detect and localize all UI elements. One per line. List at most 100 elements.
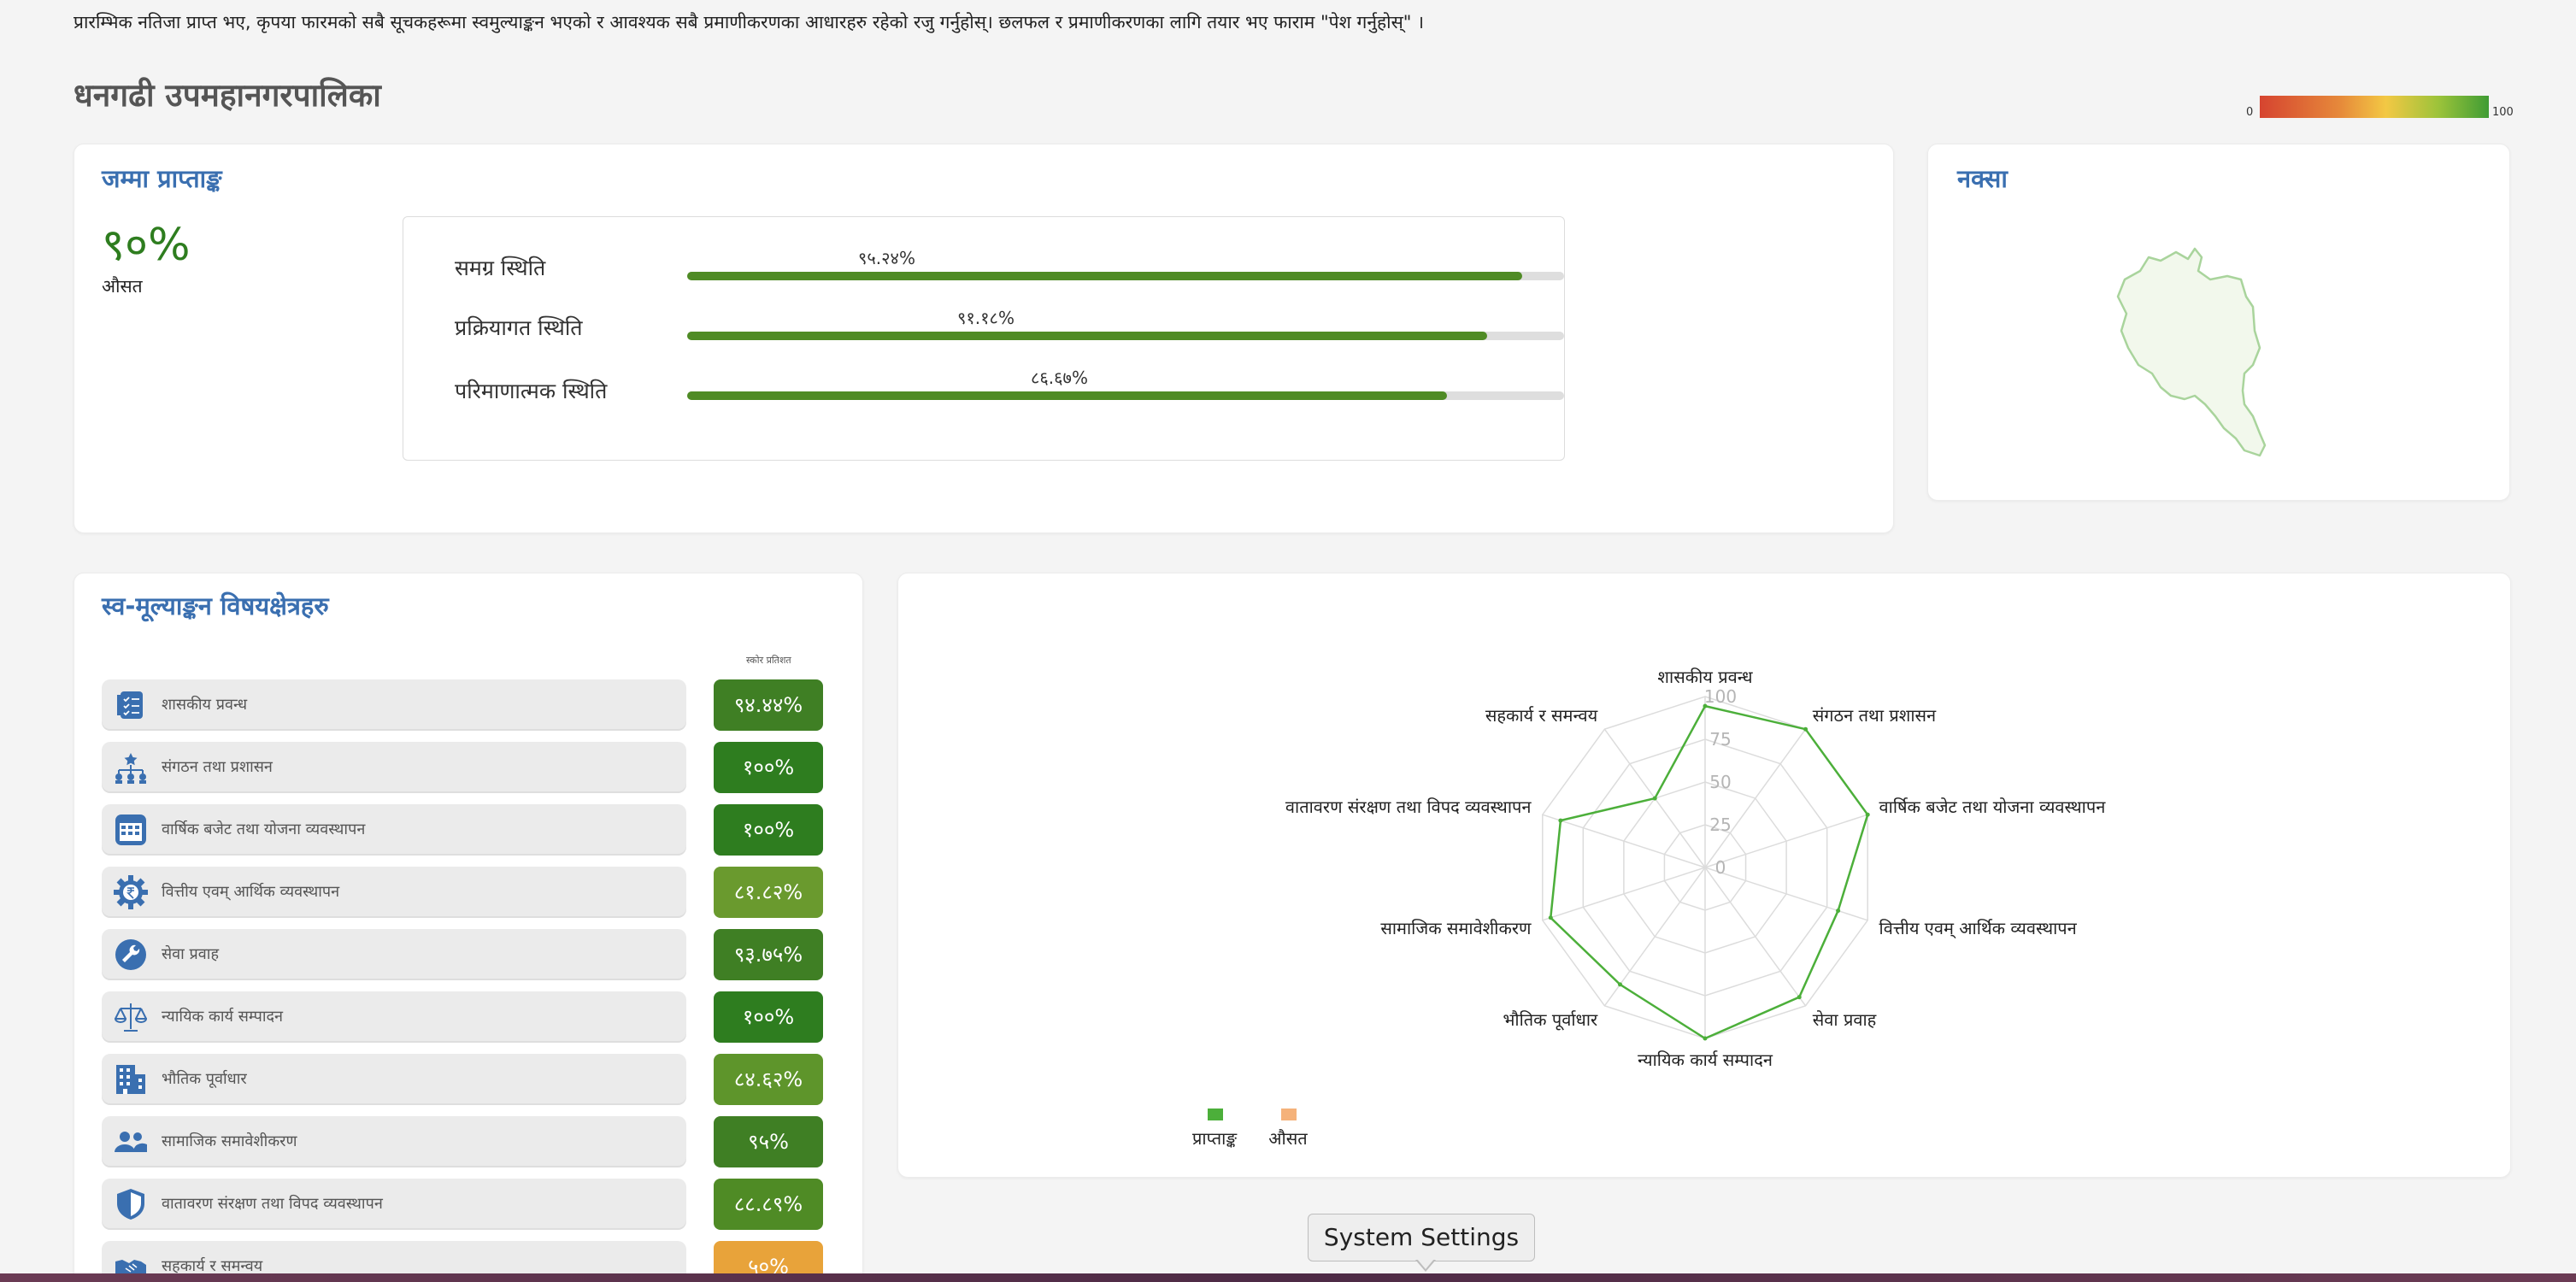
area-score-badge: १००%	[714, 804, 823, 856]
area-label: सेवा प्रवाह	[162, 945, 220, 963]
area-pill[interactable]: वार्षिक बजेट तथा योजना व्यवस्थापन	[102, 804, 686, 856]
municipality-map[interactable]	[2116, 245, 2321, 459]
total-score-value: ९०%	[102, 220, 191, 271]
status-bar-label: समग्र स्थिति	[455, 256, 546, 280]
radar-data-point[interactable]	[1703, 703, 1708, 709]
area-score-badge: १००%	[714, 742, 823, 793]
calendar-icon	[115, 814, 146, 845]
area-pill[interactable]: सामाजिक समावेशीकरण	[102, 1116, 686, 1167]
area-label: वातावरण संरक्षण तथा विपद व्यवस्थापन	[162, 1195, 383, 1213]
radar-data-point[interactable]	[1865, 812, 1870, 817]
area-pill[interactable]: न्यायिक कार्य सम्पादन	[102, 991, 686, 1043]
area-row[interactable]: भौतिक पूर्वाधार ८४.६२%	[102, 1054, 828, 1105]
radar-tick-labels: 0 25 50 75 100	[1704, 686, 1737, 878]
status-bar-track	[687, 272, 1564, 280]
radar-axis-label: वित्तीय एवम् आर्थिक व्यवस्थापन	[1879, 918, 2078, 939]
total-score-card: जम्मा प्राप्ताङ्क ९०% औसत समग्र स्थिति ९…	[74, 144, 1894, 533]
desktop-dock-edge	[0, 1273, 2576, 1282]
radar-axis-label: सेवा प्रवाह	[1813, 1009, 1877, 1030]
area-score-badge: ८८.८९%	[714, 1179, 823, 1230]
radar-chart-card: 0 25 50 75 100 शासकीय प्रवन्ध संगठन तथा प्रशा…	[897, 573, 2511, 1178]
map-card: नक्सा	[1927, 144, 2510, 501]
radar-data-point[interactable]	[1797, 995, 1802, 1000]
radar-tick-label: 100	[1704, 686, 1737, 707]
radar-tick-label: 0	[1715, 857, 1726, 878]
radar-tick-label: 50	[1709, 772, 1731, 792]
area-row[interactable]: वार्षिक बजेट तथा योजना व्यवस्थापन १००%	[102, 804, 828, 856]
radar-data-point[interactable]	[1652, 796, 1657, 801]
area-label: भौतिक पूर्वाधार	[162, 1070, 247, 1088]
radar-legend[interactable]: प्राप्ताङ्क औसत	[1192, 1109, 1308, 1149]
area-label: वार्षिक बजेट तथा योजना व्यवस्थापन	[162, 820, 366, 838]
status-bar-track	[687, 332, 1564, 340]
radar-tick-label: 75	[1709, 729, 1731, 750]
scale-max-label: 100	[2492, 106, 2514, 119]
radar-data-point[interactable]	[1618, 982, 1623, 987]
municipality-boundary[interactable]	[2116, 247, 2267, 457]
area-label: सामाजिक समावेशीकरण	[162, 1132, 297, 1150]
tooltip-arrow-inner	[1417, 1259, 1434, 1269]
area-row[interactable]: वित्तीय एवम् आर्थिक व्यवस्थापन ८१.८२%	[102, 867, 828, 918]
area-label: न्यायिक कार्य सम्पादन	[162, 1008, 284, 1026]
radar-axis-label: संगठन तथा प्रशासन	[1813, 705, 1937, 726]
area-row[interactable]: सामाजिक समावेशीकरण ९५%	[102, 1116, 828, 1167]
rupee-gear-icon	[114, 875, 148, 909]
area-pill[interactable]: संगठन तथा प्रशासन	[102, 742, 686, 793]
radar-tick-label: 25	[1709, 814, 1731, 835]
legend-label[interactable]: औसत	[1268, 1128, 1308, 1149]
status-bar-label: परिमाणात्मक स्थिति	[455, 379, 608, 403]
radar-data-point[interactable]	[1803, 726, 1808, 732]
shield-icon	[117, 1189, 144, 1220]
status-bar-track	[687, 391, 1564, 400]
area-pill[interactable]: भौतिक पूर्वाधार	[102, 1054, 686, 1105]
radar-data-point[interactable]	[1558, 818, 1563, 823]
scales-icon	[114, 1003, 148, 1032]
area-label: संगठन तथा प्रशासन	[162, 758, 273, 776]
color-scale-gradient	[2260, 96, 2489, 118]
radar-data-point[interactable]	[1548, 915, 1553, 920]
legend-swatch[interactable]	[1281, 1109, 1297, 1120]
status-bar-value: ८६.६७%	[1031, 368, 1088, 388]
radar-chart[interactable]: 0 25 50 75 100 शासकीय प्रवन्ध संगठन तथा प्रशा…	[898, 573, 2512, 1179]
radar-spoke	[1704, 728, 1807, 868]
area-pill[interactable]: वातावरण संरक्षण तथा विपद व्यवस्थापन	[102, 1179, 686, 1230]
score-column-header: स्कोर प्रतिशत	[746, 655, 791, 666]
total-score-caption: औसत	[102, 276, 143, 297]
area-pill[interactable]: सेवा प्रवाह	[102, 929, 686, 980]
area-pill[interactable]: शासकीय प्रवन्ध	[102, 679, 686, 731]
org-chart-icon	[115, 753, 146, 784]
building-icon	[116, 1065, 145, 1094]
area-row[interactable]: संगठन तथा प्रशासन १००%	[102, 742, 828, 793]
area-label: वित्तीय एवम् आर्थिक व्यवस्थापन	[162, 883, 340, 901]
area-pill[interactable]: वित्तीय एवम् आर्थिक व्यवस्थापन	[102, 867, 686, 918]
status-notice: प्रारम्भिक नतिजा प्राप्त भए, कृपया फारमक…	[74, 12, 1425, 32]
status-bars-panel: समग्र स्थिति ९५.२४% प्रक्रियागत स्थिति ९…	[403, 216, 1565, 461]
scale-min-label: 0	[2246, 106, 2254, 119]
radar-axis-label: शासकीय प्रवन्ध	[1657, 667, 1753, 687]
area-row[interactable]: शासकीय प्रवन्ध ९४.४४%	[102, 679, 828, 731]
status-bar-fill	[687, 332, 1487, 340]
legend-label[interactable]: प्राप्ताङ्क	[1192, 1128, 1238, 1149]
radar-axis-label: वातावरण संरक्षण तथा विपद व्यवस्थापन	[1285, 797, 1532, 817]
wrench-icon	[115, 939, 146, 970]
status-bar-fill	[687, 391, 1448, 400]
assessment-areas-title: स्व-मूल्याङ्कन विषयक्षेत्रहरु	[102, 591, 329, 620]
radar-data-point[interactable]	[1703, 1036, 1708, 1041]
area-row[interactable]: सेवा प्रवाह ९३.७५%	[102, 929, 828, 980]
area-score-badge: ८४.६२%	[714, 1054, 823, 1105]
legend-swatch[interactable]	[1208, 1109, 1223, 1120]
total-score-title: जम्मा प्राप्ताङ्क	[102, 164, 222, 193]
status-bar-value: ९१.१८%	[957, 308, 1015, 328]
status-bar-value: ९५.२४%	[858, 248, 915, 268]
radar-axis-label: न्यायिक कार्य सम्पादन	[1638, 1050, 1773, 1070]
area-score-badge: ९३.७५%	[714, 929, 823, 980]
status-bar-fill	[687, 272, 1523, 280]
radar-axis-labels: शासकीय प्रवन्ध संगठन तथा प्रशासन वार्षिक ब…	[1285, 667, 2106, 1070]
area-label: शासकीय प्रवन्ध	[162, 696, 248, 714]
map-title: नक्सा	[1957, 164, 2008, 193]
radar-axis-label: भौतिक पूर्वाधार	[1503, 1009, 1598, 1031]
area-row[interactable]: न्यायिक कार्य सम्पादन १००%	[102, 991, 828, 1043]
radar-data-point[interactable]	[1836, 909, 1841, 914]
assessment-areas-card: स्व-मूल्याङ्कन विषयक्षेत्रहरु स्कोर प्रत…	[74, 573, 863, 1282]
area-row[interactable]: वातावरण संरक्षण तथा विपद व्यवस्थापन ८८.८…	[102, 1179, 828, 1230]
